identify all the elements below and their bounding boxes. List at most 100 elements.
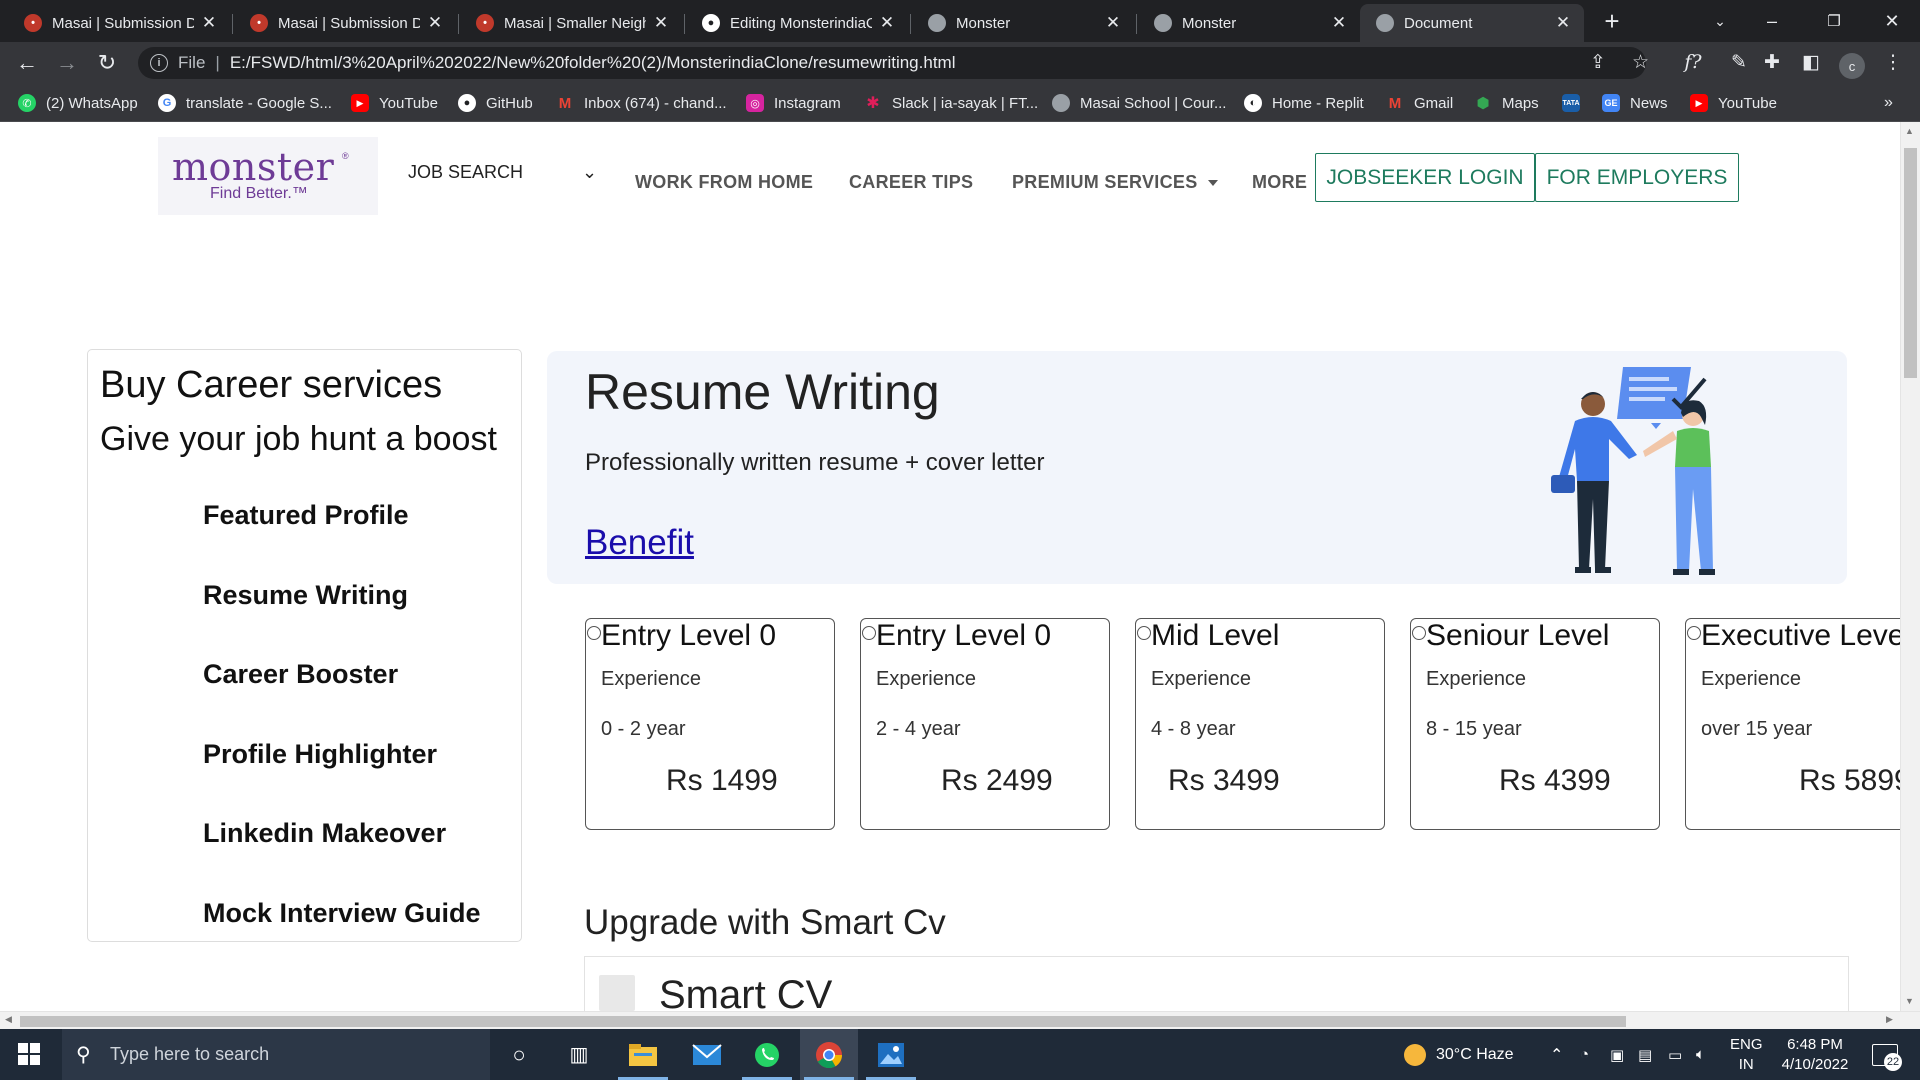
close-icon[interactable]: ✕: [200, 13, 218, 33]
close-icon[interactable]: ✕: [878, 13, 896, 33]
scroll-up-icon[interactable]: ▲: [1905, 126, 1914, 136]
jobseeker-login-button[interactable]: JOBSEEKER LOGIN: [1315, 153, 1535, 202]
sidebar-item-resume-writing[interactable]: Resume Writing: [203, 580, 408, 611]
mail-icon[interactable]: [678, 1029, 736, 1080]
plan-radio[interactable]: [1412, 626, 1426, 640]
nav-career-tips[interactable]: CAREER TIPS: [849, 172, 973, 193]
sidebar-item-mock-interview-guide[interactable]: Mock Interview Guide: [203, 898, 481, 929]
scroll-right-icon[interactable]: ▶: [1886, 1014, 1893, 1025]
sidebar-item-linkedin-makeover[interactable]: Linkedin Makeover: [203, 818, 446, 849]
scroll-down-icon[interactable]: ▼: [1905, 996, 1914, 1006]
close-icon[interactable]: ✕: [426, 13, 444, 33]
info-icon[interactable]: i: [150, 54, 168, 72]
nav-job-search[interactable]: JOB SEARCH: [408, 162, 523, 183]
smart-cv-option[interactable]: Smart CV: [584, 956, 1849, 1011]
battery-icon[interactable]: ▭: [1668, 1029, 1682, 1080]
bookmark-item[interactable]: ▶ YouTube: [1690, 94, 1777, 112]
bookmark-item[interactable]: ✱ Slack | ia-sayak | FT...: [864, 94, 1038, 113]
chevron-down-icon[interactable]: ⌄: [582, 162, 597, 183]
new-tab-button[interactable]: +: [1598, 8, 1626, 36]
input-language[interactable]: ENG IN: [1730, 1035, 1763, 1075]
bookmark-item[interactable]: ◐ Home - Replit: [1244, 94, 1364, 112]
profile-avatar[interactable]: c: [1839, 53, 1865, 79]
tab-search-icon[interactable]: ⌄: [1692, 0, 1748, 42]
bookmark-item[interactable]: Masai School | Cour...: [1052, 94, 1226, 112]
whatsapp-icon[interactable]: [738, 1029, 796, 1080]
bookmark-item[interactable]: G translate - Google S...: [158, 94, 332, 112]
task-view-icon[interactable]: ▥: [550, 1029, 608, 1080]
browser-tab[interactable]: • Masai | Submission De ✕: [234, 4, 456, 42]
puzzle-extensions-icon[interactable]: ✚: [1759, 51, 1785, 74]
browser-tab[interactable]: ● Editing MonsterindiaC ✕: [686, 4, 908, 42]
photos-icon[interactable]: [862, 1029, 920, 1080]
scroll-left-icon[interactable]: ◀: [5, 1014, 12, 1025]
share-icon[interactable]: ⇪: [1590, 51, 1606, 74]
close-window-icon[interactable]: ✕: [1864, 0, 1920, 42]
bookmark-star-icon[interactable]: ☆: [1632, 51, 1649, 74]
monster-logo[interactable]: monster ® Find Better.™: [158, 137, 378, 215]
bookmark-item[interactable]: ● GitHub: [458, 94, 533, 112]
display-icon[interactable]: ▤: [1638, 1029, 1652, 1080]
back-icon[interactable]: ←: [12, 48, 42, 78]
forward-icon[interactable]: →: [52, 48, 82, 78]
windows-start-icon[interactable]: [18, 1043, 40, 1065]
plan-radio[interactable]: [862, 626, 876, 640]
bookmarks-overflow-icon[interactable]: »: [1884, 94, 1893, 112]
bookmark-item[interactable]: ✆ (2) WhatsApp: [18, 94, 138, 112]
benefit-link[interactable]: Benefit: [585, 523, 694, 563]
close-icon[interactable]: ✕: [652, 13, 670, 33]
bookmark-item[interactable]: M Inbox (674) - chand...: [556, 94, 727, 112]
url-text[interactable]: E:/FSWD/html/3%20April%202022/New%20fold…: [230, 53, 956, 73]
plan-card[interactable]: Mid Level Experience 4 - 8 year Rs 3499: [1135, 618, 1385, 830]
sidebar-item-profile-highlighter[interactable]: Profile Highlighter: [203, 739, 437, 770]
bookmark-item[interactable]: ⬢ Maps: [1474, 94, 1538, 113]
nav-work-from-home[interactable]: WORK FROM HOME: [635, 172, 813, 193]
plan-card[interactable]: Executive Leve Experience over 15 year R…: [1685, 618, 1900, 830]
sidebar-item-career-booster[interactable]: Career Booster: [203, 659, 398, 690]
vertical-scroll-thumb[interactable]: [1904, 148, 1917, 378]
meet-now-icon[interactable]: ▣: [1610, 1029, 1624, 1080]
horizontal-scroll-thumb[interactable]: [20, 1016, 1626, 1027]
plan-radio[interactable]: [1137, 626, 1151, 640]
tray-expand-icon[interactable]: ⌃: [1550, 1029, 1563, 1080]
browser-tab-active[interactable]: Document ✕: [1360, 4, 1584, 42]
weather-widget[interactable]: 30°C Haze: [1404, 1029, 1514, 1080]
formula-extension-icon[interactable]: f?: [1680, 51, 1706, 73]
restore-icon[interactable]: ❐: [1806, 0, 1862, 42]
bookmark-item[interactable]: M Gmail: [1386, 94, 1453, 112]
browser-tab[interactable]: Monster ✕: [912, 4, 1134, 42]
nav-more[interactable]: MORE: [1252, 172, 1307, 193]
plan-radio[interactable]: [587, 626, 601, 640]
nav-premium-services[interactable]: PREMIUM SERVICES: [1012, 172, 1218, 193]
volume-icon[interactable]: 🔈︎: [1696, 1029, 1705, 1080]
bookmark-item[interactable]: TATA: [1562, 94, 1590, 112]
pen-extension-icon[interactable]: ✎: [1726, 51, 1752, 74]
bookmark-item[interactable]: ▶ YouTube: [351, 94, 438, 112]
file-explorer-icon[interactable]: [614, 1029, 672, 1080]
taskbar-search-input[interactable]: ⚲ Type here to search: [62, 1029, 490, 1080]
horizontal-scrollbar[interactable]: ◀ ▶: [0, 1011, 1920, 1029]
plan-card[interactable]: Entry Level 0 Experience 2 - 4 year Rs 2…: [860, 618, 1110, 830]
browser-tab[interactable]: • Masai | Submission De ✕: [8, 4, 230, 42]
browser-tab[interactable]: Monster ✕: [1138, 4, 1360, 42]
plan-radio[interactable]: [1687, 626, 1701, 640]
sidebar-item-featured-profile[interactable]: Featured Profile: [203, 500, 409, 531]
notification-center[interactable]: 22: [1872, 1029, 1902, 1080]
address-bar[interactable]: i File | E:/FSWD/html/3%20April%202022/N…: [138, 47, 1646, 79]
vertical-scrollbar[interactable]: ▲ ▼: [1900, 122, 1920, 1011]
side-panel-icon[interactable]: ◧: [1798, 51, 1824, 74]
browser-tab[interactable]: • Masai | Smaller Neigh ✕: [460, 4, 682, 42]
close-icon[interactable]: ✕: [1104, 13, 1122, 33]
cortana-icon[interactable]: ○: [490, 1029, 548, 1080]
smart-cv-checkbox[interactable]: [599, 975, 635, 1011]
chrome-icon[interactable]: [800, 1029, 858, 1080]
close-icon[interactable]: ✕: [1554, 13, 1572, 33]
network-icon[interactable]: ◔: [1580, 1029, 1589, 1080]
minimize-icon[interactable]: –: [1744, 0, 1800, 42]
menu-kebab-icon[interactable]: ⋮: [1880, 51, 1906, 74]
reload-icon[interactable]: ↻: [92, 48, 122, 78]
plan-card[interactable]: Seniour Level Experience 8 - 15 year Rs …: [1410, 618, 1660, 830]
close-icon[interactable]: ✕: [1330, 13, 1348, 33]
taskbar-clock[interactable]: 6:48 PM 4/10/2022: [1760, 1035, 1870, 1075]
plan-card[interactable]: Entry Level 0 Experience 0 - 2 year Rs 1…: [585, 618, 835, 830]
